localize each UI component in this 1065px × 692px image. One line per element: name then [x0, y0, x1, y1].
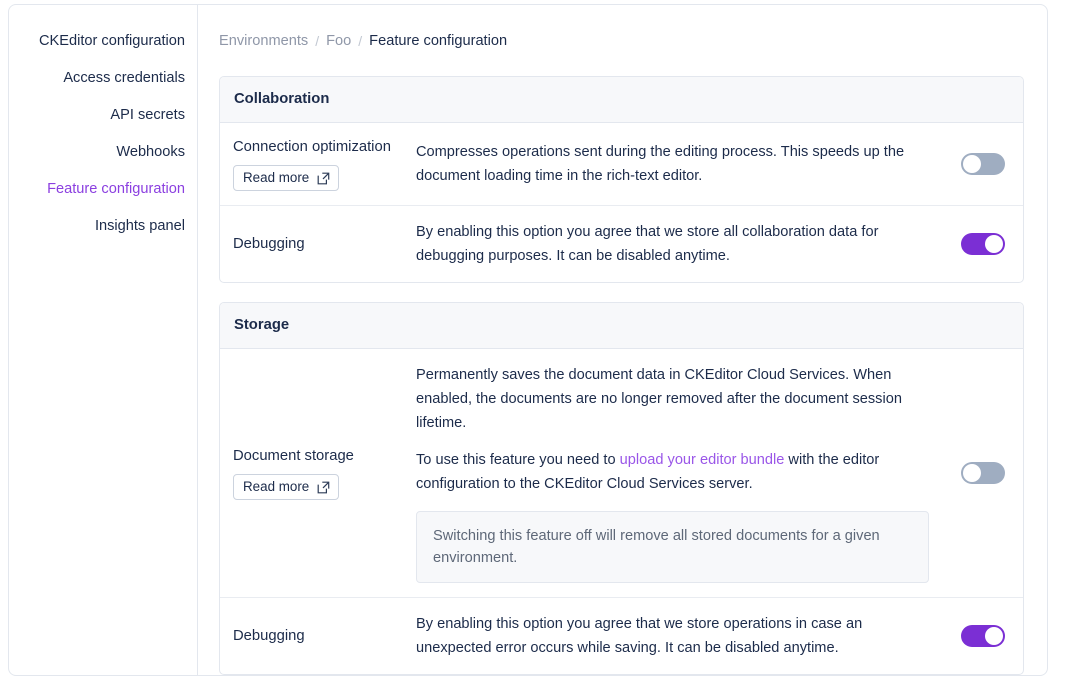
sidebar-item-webhooks[interactable]: Webhooks: [9, 134, 197, 171]
sidebar-item-api-secrets[interactable]: API secrets: [9, 97, 197, 134]
breadcrumb-item-2: Feature configuration: [369, 33, 508, 49]
panel-title: Storage: [220, 303, 1023, 349]
feature-toggle[interactable]: [961, 153, 1005, 175]
description-paragraph: Permanently saves the document data in C…: [416, 363, 929, 435]
breadcrumb-item-0[interactable]: Environments: [219, 31, 308, 51]
description-text: By enabling this option you agree that w…: [416, 616, 863, 656]
feature-label-cell: Debugging: [220, 220, 412, 269]
description-text: To use this feature you need to: [416, 452, 620, 468]
feature-label: Debugging: [233, 235, 305, 252]
feature-label-cell: Debugging: [220, 612, 412, 661]
description-paragraph: By enabling this option you agree that w…: [416, 612, 929, 660]
feature-description: By enabling this option you agree that w…: [412, 206, 945, 282]
sidebar-nav: CKEditor configuration Access credentials…: [9, 5, 198, 675]
description-text: By enabling this option you agree that w…: [416, 224, 879, 264]
feature-description: Compresses operations sent during the ed…: [412, 126, 945, 202]
feature-description: By enabling this option you agree that w…: [412, 598, 945, 674]
read-more-label: Read more: [243, 170, 310, 185]
feature-label: Debugging: [233, 627, 305, 644]
toggle-cell: [945, 233, 1023, 255]
feature-notice: Switching this feature off will remove a…: [416, 511, 929, 583]
breadcrumb-separator: /: [315, 33, 320, 49]
sidebar-item-feature-configuration[interactable]: Feature configuration: [9, 171, 197, 208]
upload-editor-bundle-link[interactable]: upload your editor bundle: [620, 452, 785, 468]
feature-label: Document storage: [233, 448, 354, 464]
toggle-knob: [985, 627, 1003, 645]
feature-row: Connection optimization Read more Compress…: [220, 123, 1023, 206]
external-link-icon: [317, 481, 330, 494]
feature-label: Connection optimization: [233, 139, 391, 155]
feature-description: Permanently saves the document data in C…: [412, 349, 945, 597]
panel-collaboration: Collaboration Connection optimization Read…: [219, 76, 1024, 283]
breadcrumb-item-1[interactable]: Foo: [326, 31, 351, 51]
description-text: Compresses operations sent during the ed…: [416, 144, 905, 184]
description-paragraph: To use this feature you need to upload y…: [416, 448, 929, 496]
feature-row: Debugging By enabling this option you agr…: [220, 598, 1023, 674]
sidebar-item-access-credentials[interactable]: Access credentials: [9, 60, 197, 97]
feature-toggle[interactable]: [961, 462, 1005, 484]
toggle-cell: [945, 462, 1023, 484]
feature-toggle[interactable]: [961, 233, 1005, 255]
read-more-label: Read more: [243, 479, 310, 494]
feature-panels: Collaboration Connection optimization Read…: [198, 51, 1047, 675]
external-link-icon: [317, 172, 330, 185]
feature-row: Document storage Read more Permanently sav…: [220, 349, 1023, 598]
description-paragraph: By enabling this option you agree that w…: [416, 220, 929, 268]
feature-toggle[interactable]: [961, 625, 1005, 647]
breadcrumb: Environments / Foo / Feature configuration: [198, 5, 1047, 51]
sidebar-item-insights-panel[interactable]: Insights panel: [9, 208, 197, 245]
toggle-cell: [945, 153, 1023, 175]
sidebar-item-ckeditor-configuration[interactable]: CKEditor configuration: [9, 23, 197, 60]
read-more-button[interactable]: Read more: [233, 165, 340, 191]
main-content: Environments / Foo / Feature configuration C…: [198, 5, 1047, 675]
toggle-knob: [985, 235, 1003, 253]
feature-row: Debugging By enabling this option you agr…: [220, 206, 1023, 282]
toggle-cell: [945, 625, 1023, 647]
panel-title: Collaboration: [220, 77, 1023, 123]
feature-label-cell: Connection optimization Read more: [220, 123, 412, 205]
description-paragraph: Compresses operations sent during the ed…: [416, 140, 929, 188]
toggle-knob: [963, 155, 981, 173]
toggle-knob: [963, 464, 981, 482]
feature-label-cell: Document storage Read more: [220, 432, 412, 514]
breadcrumb-separator: /: [358, 33, 363, 49]
description-text: Permanently saves the document data in C…: [416, 367, 902, 431]
panel-storage: Storage Document storage Read more Permanen…: [219, 302, 1024, 675]
read-more-button[interactable]: Read more: [233, 474, 340, 500]
settings-card: CKEditor configuration Access credentials…: [8, 4, 1048, 676]
